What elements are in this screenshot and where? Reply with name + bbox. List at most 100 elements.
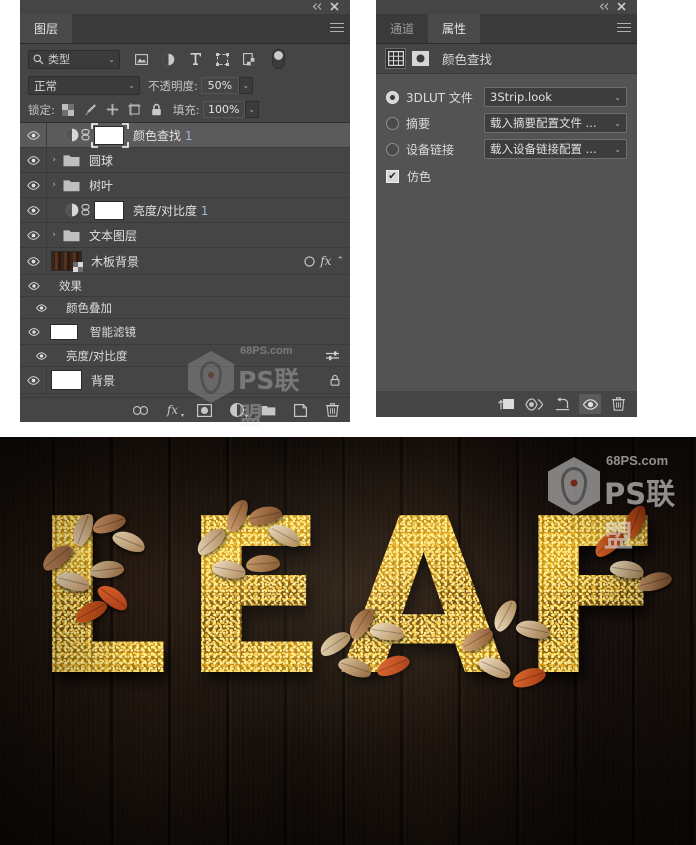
dither-checkbox[interactable]: ✔	[386, 169, 399, 183]
fx-icon[interactable]: fx	[320, 254, 331, 268]
lock-transparent-icon[interactable]	[62, 103, 75, 116]
clip-to-layer-icon[interactable]	[495, 394, 517, 414]
fx-icon[interactable]: fx ▾	[165, 403, 184, 419]
fill-input[interactable]: 100%	[202, 101, 245, 118]
layer-visibility-toggle[interactable]	[20, 198, 47, 222]
shape-filter-icon[interactable]	[215, 52, 229, 66]
radio-3dlut[interactable]	[386, 90, 399, 104]
radio-device-link[interactable]	[386, 142, 399, 156]
lock-row: 锁定: 填充: 100% ⌄	[20, 97, 350, 122]
layer-visibility-toggle[interactable]	[20, 248, 47, 274]
link-layers-icon[interactable]	[133, 403, 148, 418]
filter-enable-toggle[interactable]	[272, 49, 285, 69]
select-device-link-profile[interactable]: 载入设备链接配置 ... ⌄	[484, 139, 627, 159]
smart-filter-label: 智能滤镜	[90, 324, 136, 339]
lock-all-icon[interactable]	[150, 103, 163, 116]
adjustment-layer-icon[interactable]: ▾	[229, 403, 248, 420]
filter-type-icons	[134, 52, 256, 66]
dither-checkbox-row: ✔ 仿色	[386, 164, 627, 188]
effects-visibility-toggle[interactable]	[20, 281, 47, 290]
filter-visibility-toggle[interactable]	[20, 351, 62, 360]
option-label-abstract: 摘要	[406, 116, 431, 131]
select-device-link-value: 载入设备链接配置 ...	[490, 142, 597, 156]
pixel-filter-icon[interactable]	[134, 52, 148, 66]
adjustment-filter-icon[interactable]	[161, 52, 175, 66]
chevron-down-icon: ⌄	[128, 81, 135, 90]
layer-name: 文本图层	[89, 228, 138, 243]
layer-index: 1	[184, 128, 193, 143]
effect-visibility-toggle[interactable]	[20, 303, 62, 312]
opacity-input[interactable]: 50%	[200, 77, 239, 94]
collapse-icon[interactable]	[312, 2, 324, 13]
properties-body: 3DLUT 文件 3Strip.look ⌄ 摘要 载入摘要配置文件 ... ⌄…	[376, 74, 637, 391]
option-label-3dlut: 3DLUT 文件	[406, 90, 473, 105]
table-row[interactable]: › 圆球	[20, 148, 350, 173]
layer-visibility-toggle[interactable]	[20, 223, 47, 247]
layer-name: 颜色查找 1	[133, 128, 193, 143]
delete-layer-icon[interactable]	[325, 403, 340, 418]
expand-chevron-icon[interactable]: ›	[47, 230, 61, 240]
layer-visibility-toggle[interactable]	[20, 367, 47, 393]
lock-artboard-icon[interactable]	[127, 103, 141, 116]
color-lookup-grid-icon[interactable]	[385, 48, 406, 69]
smartobject-filter-icon[interactable]	[242, 52, 256, 66]
close-icon[interactable]	[617, 2, 629, 13]
lock-position-icon[interactable]	[106, 103, 119, 116]
layer-visibility-toggle[interactable]	[20, 123, 47, 147]
select-3dlut-file[interactable]: 3Strip.look ⌄	[484, 87, 627, 107]
layer-mask-thumbnail[interactable]	[94, 200, 124, 220]
table-row[interactable]: › 颜色查找 1	[20, 122, 350, 148]
adjustment-icon[interactable]	[411, 49, 430, 68]
close-icon[interactable]	[330, 2, 342, 13]
opacity-slider-caret[interactable]: ⌄	[238, 77, 253, 94]
layer-visibility-toggle[interactable]	[20, 148, 47, 172]
tab-layers[interactable]: 图层	[20, 14, 73, 43]
smart-filter-mask-thumbnail[interactable]	[50, 323, 78, 340]
filter-label-brightness-contrast: 亮度/对比度	[66, 348, 128, 363]
add-mask-icon[interactable]	[197, 403, 212, 418]
table-row[interactable]: › 树叶	[20, 173, 350, 198]
layer-thumbnail[interactable]	[51, 251, 83, 272]
table-row[interactable]: 背景	[20, 367, 350, 394]
collapse-icon[interactable]	[599, 2, 611, 13]
layer-mask-link-icon[interactable]	[81, 204, 92, 216]
table-row[interactable]: › 亮度/对比度 1	[20, 198, 350, 223]
tab-properties[interactable]: 属性	[428, 14, 481, 43]
delete-icon[interactable]	[607, 394, 629, 414]
lock-image-icon[interactable]	[84, 103, 97, 116]
table-row[interactable]: › 文本图层	[20, 223, 350, 248]
new-group-icon[interactable]	[261, 403, 276, 418]
tab-layers-label: 图层	[34, 22, 59, 36]
reset-icon[interactable]	[551, 394, 573, 414]
list-item[interactable]: 效果	[20, 275, 350, 297]
photoshop-panels-area: 图层 类型 ⌄ 正常 ⌄ 不透明度: 50% ⌄ 锁定: 填充: 100% ⌄ …	[0, 0, 696, 437]
filter-options-icon[interactable]	[326, 350, 340, 361]
fill-slider-caret[interactable]: ⌄	[244, 101, 259, 118]
layer-row-right-icons: fx ⌃	[304, 254, 344, 268]
type-filter-icon[interactable]	[188, 52, 202, 66]
layer-thumbnail[interactable]	[51, 370, 82, 390]
collapse-chevron-icon[interactable]: ⌃	[336, 256, 344, 266]
panel-menu-icon[interactable]	[330, 23, 344, 35]
smart-filter-visibility-toggle[interactable]	[20, 327, 47, 336]
properties-title: 颜色查找	[442, 52, 493, 67]
radio-abstract[interactable]	[386, 116, 399, 130]
view-previous-state-icon[interactable]	[523, 394, 545, 414]
vignette-overlay	[0, 437, 696, 845]
filter-kind-select[interactable]: 类型 ⌄	[28, 49, 120, 69]
panel-menu-icon[interactable]	[617, 23, 631, 35]
toggle-visibility-icon[interactable]	[579, 394, 601, 414]
layer-visibility-toggle[interactable]	[20, 173, 47, 197]
expand-chevron-icon[interactable]: ›	[47, 155, 61, 165]
option-label-device-link: 设备链接	[406, 142, 455, 157]
blend-mode-select[interactable]: 正常 ⌄	[28, 76, 140, 95]
new-layer-icon[interactable]	[293, 403, 308, 418]
select-abstract-profile[interactable]: 载入摘要配置文件 ... ⌄	[484, 113, 627, 133]
table-row[interactable]: 木板背景 fx ⌃	[20, 248, 350, 275]
tab-channels[interactable]: 通道	[376, 14, 429, 43]
expand-chevron-icon[interactable]: ›	[47, 180, 61, 190]
list-item[interactable]: 颜色叠加	[20, 297, 350, 319]
list-item[interactable]: 亮度/对比度	[20, 345, 350, 367]
list-item[interactable]: 智能滤镜	[20, 319, 350, 345]
effects-circle-icon[interactable]	[304, 255, 315, 267]
